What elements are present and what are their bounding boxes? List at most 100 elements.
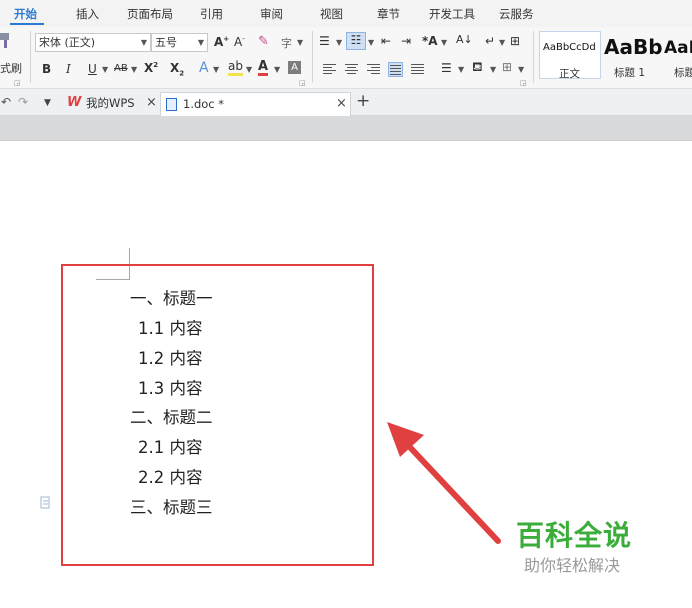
ruler-area [0,116,692,141]
text-effects-icon[interactable]: A [199,60,209,76]
chevron-down-icon: ▼ [197,38,204,47]
doc-content-line[interactable]: 1.1 内容 [138,315,203,339]
chevron-down-icon[interactable]: ▼ [336,38,342,47]
font-name-select[interactable]: 宋体 (正文) ▼ [35,33,151,52]
menu-tab-developer[interactable]: 开发工具 [429,6,475,22]
chevron-down-icon: ▼ [140,38,147,47]
menu-tab-references[interactable]: 引用 [200,6,223,22]
numbering-icon[interactable]: ☷ [346,32,366,50]
show-marks-icon[interactable]: ↵ [485,34,495,48]
menu-tab-view[interactable]: 视图 [320,6,343,22]
chevron-down-icon[interactable]: ▼ [102,65,108,74]
line-spacing-icon[interactable]: ☰ [441,61,452,75]
grow-font-icon[interactable]: A+ [214,35,229,49]
style-heading[interactable]: AaI 标题 [662,31,692,79]
phonetic-guide-icon[interactable]: 字 [281,35,292,51]
menu-tab-page-layout[interactable]: 页面布局 [127,6,173,22]
paragraph-shading-icon[interactable]: ⛾ [472,60,483,77]
tab-document-1-label: 1.doc * [183,97,225,111]
chevron-down-icon[interactable]: ▼ [441,38,447,47]
paragraph-launcher-icon[interactable]: ◲ [520,79,527,87]
change-case-icon[interactable]: *A [422,34,438,48]
char-shading-icon[interactable]: A [288,61,301,74]
menu-tab-cloud[interactable]: 云服务 [499,6,534,22]
font-launcher-icon[interactable]: ◲ [299,79,306,87]
doc-content-line[interactable]: 2.2 内容 [138,464,203,488]
doc-heading-line[interactable]: 一、标题一 [130,285,213,309]
menu-bar: 开始 插入 页面布局 引用 审阅 视图 章节 开发工具 云服务 [0,0,692,27]
font-size-value: 五号 [155,36,177,49]
font-size-select[interactable]: 五号 ▼ [151,33,208,52]
wps-logo-icon: W [67,95,82,110]
chevron-down-icon[interactable]: ▼ [297,38,303,47]
menu-tab-start[interactable]: 开始 [14,6,37,22]
close-icon[interactable]: × [146,92,157,114]
new-tab-button[interactable]: + [356,91,370,111]
style-heading-sample: AaI [664,38,692,58]
annotation-arrow-icon [387,422,501,544]
superscript-icon[interactable]: X2 [144,61,158,75]
ribbon-divider [30,31,31,83]
doc-heading-line[interactable]: 二、标题二 [130,404,213,428]
quick-access-dropdown-icon[interactable]: ▼ [44,98,51,108]
chevron-down-icon[interactable]: ▼ [518,65,524,74]
document-icon [166,98,177,111]
chevron-down-icon[interactable]: ▼ [274,65,280,74]
highlight-icon[interactable]: ab [228,60,243,76]
distribute-icon[interactable] [410,62,425,77]
chevron-down-icon[interactable]: ▼ [246,65,252,74]
underline-icon[interactable]: U [88,62,97,76]
shrink-font-icon[interactable]: A- [234,35,245,49]
format-painter-label[interactable]: 式刷 [0,60,22,76]
decrease-indent-icon[interactable]: ⇤ [381,34,391,48]
chevron-down-icon[interactable]: ▼ [490,65,496,74]
close-icon[interactable]: × [336,93,347,115]
ribbon-divider [312,31,313,83]
sort-icon[interactable]: A↓ [456,33,473,46]
ribbon-divider [533,31,534,83]
chevron-down-icon[interactable]: ▼ [368,38,374,47]
watermark-title: 百科全说 [516,519,633,552]
tab-my-wps[interactable]: W 我的WPS × [62,92,159,116]
clipboard-launcher-icon[interactable]: ◲ [14,79,21,87]
align-left-icon[interactable] [322,62,337,77]
style-heading-1-sample: AaBb [604,35,662,59]
doc-content-line[interactable]: 2.1 内容 [138,434,203,458]
tab-document-1[interactable]: 1.doc * × [160,92,351,118]
active-tab-indicator [10,23,44,25]
doc-content-line[interactable]: 1.2 内容 [138,345,203,369]
italic-icon[interactable]: I [66,62,71,76]
style-heading-1[interactable]: AaBb 标题 1 [602,31,662,79]
redo-icon[interactable]: ↷ [18,95,28,109]
bold-icon[interactable]: B [42,62,51,76]
doc-heading-line[interactable]: 三、标题三 [130,494,213,518]
document-tab-strip: ↶ ↷ ▼ W 我的WPS × 1.doc * × + [0,89,692,118]
bullets-icon[interactable]: ☰ [319,34,330,48]
justify-icon[interactable] [388,62,403,77]
menu-tab-review[interactable]: 审阅 [260,6,283,22]
increase-indent-icon[interactable]: ⇥ [401,34,411,48]
chevron-down-icon[interactable]: ▼ [499,38,505,47]
watermark-subtitle: 助你轻松解决 [524,556,621,575]
style-heading-label: 标题 [674,67,692,79]
chevron-down-icon[interactable]: ▼ [213,65,219,74]
menu-tab-section[interactable]: 章节 [377,6,400,22]
doc-content-line[interactable]: 1.3 内容 [138,375,203,399]
align-right-icon[interactable] [366,62,381,77]
align-center-icon[interactable] [344,62,359,77]
undo-icon[interactable]: ↶ [1,95,11,109]
clear-format-icon[interactable]: ✎ [258,34,269,49]
font-color-icon[interactable]: A [258,60,269,76]
chevron-down-icon[interactable]: ▼ [131,65,137,74]
style-normal[interactable]: AaBbCcDd 正文 [539,31,601,80]
table-icon[interactable]: ⊞ [510,34,520,48]
subscript-icon[interactable]: X2 [170,61,184,77]
annotation-highlight-box [61,264,374,566]
format-painter-icon[interactable] [0,31,14,49]
border-icon[interactable]: ⊞ [502,60,512,74]
strikethrough-icon[interactable]: AB [114,63,128,74]
menu-tab-insert[interactable]: 插入 [76,6,99,22]
style-heading-1-label: 标题 1 [614,67,646,79]
paragraph-handle-icon[interactable] [39,495,53,511]
chevron-down-icon[interactable]: ▼ [458,65,464,74]
